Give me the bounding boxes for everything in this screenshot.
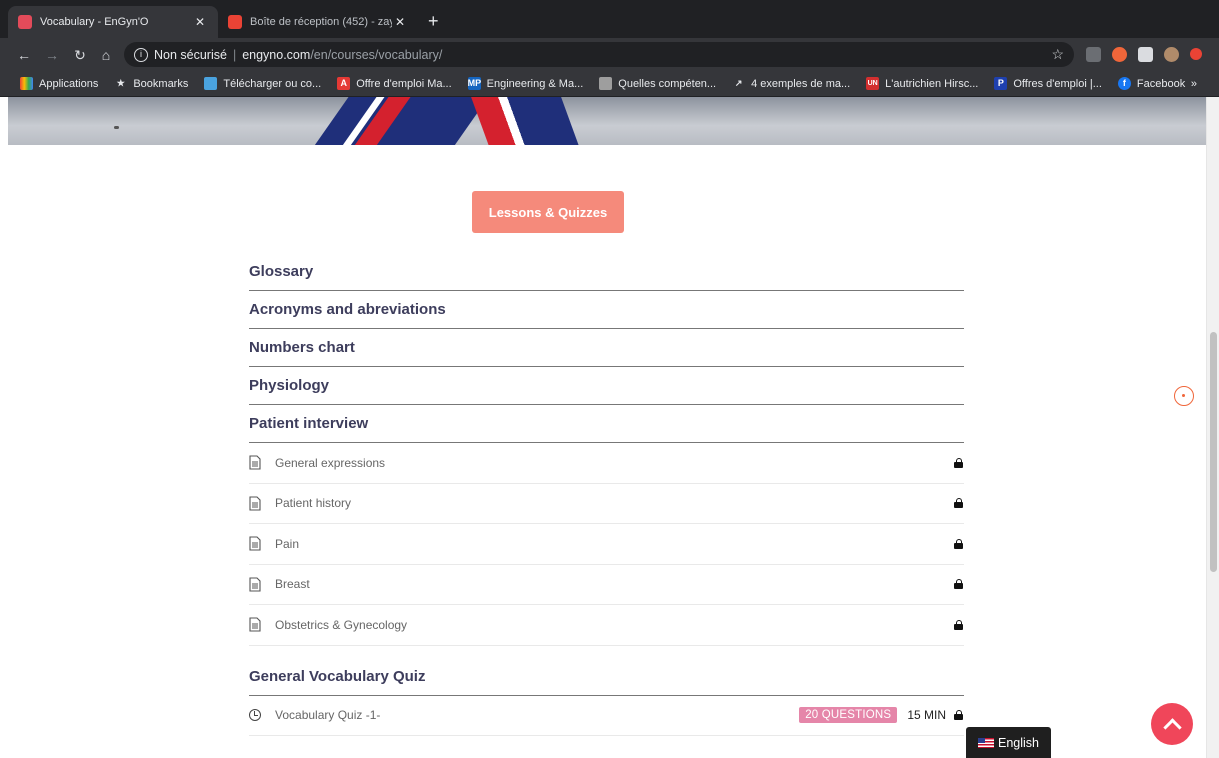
apps-grid-icon (20, 77, 33, 90)
lock-icon (954, 579, 963, 590)
section-title: Numbers chart (249, 339, 355, 356)
forward-arrow-icon[interactable]: → (42, 45, 62, 65)
document-icon (249, 617, 261, 632)
bookmark-item[interactable]: Télécharger ou co... (204, 77, 321, 90)
lesson-title: Patient history (275, 496, 352, 511)
lesson-title: Breast (275, 577, 310, 592)
hero-banner-image (8, 97, 1206, 145)
un-site-icon: UN (866, 77, 880, 90)
section-glossary[interactable]: Glossary (249, 253, 964, 291)
extension-icon[interactable] (1086, 47, 1101, 62)
bookmarks-overflow-icon[interactable]: » (1191, 78, 1197, 90)
back-arrow-icon[interactable]: ← (14, 45, 34, 65)
section-patient-interview[interactable]: Patient interview (249, 405, 964, 443)
document-icon (249, 536, 261, 551)
section-acronyms[interactable]: Acronyms and abreviations (249, 291, 964, 329)
update-menu-icon[interactable] (1190, 48, 1202, 60)
bookmark-item[interactable]: Quelles compéten... (599, 77, 716, 90)
engyno-favicon-icon (18, 15, 32, 29)
lock-icon (954, 710, 963, 721)
bookmarks-bar: Applications ★ Bookmarks Télécharger ou c… (0, 71, 1219, 97)
scrollbar-thumb[interactable] (1210, 332, 1217, 572)
bookmark-item[interactable]: f Facebook (1117, 77, 1185, 90)
address-bar[interactable]: i Non sécurisé | engyno.com /en/courses/… (124, 42, 1074, 67)
tab-title: Vocabulary - EnGyn'O (40, 16, 149, 28)
document-icon (249, 455, 261, 470)
bookmark-item[interactable]: A Offre d'emploi Ma... (337, 77, 452, 90)
section-title: General Vocabulary Quiz (249, 667, 426, 685)
url-path: /en/courses/vocabulary/ (310, 47, 443, 62)
download-site-icon (204, 77, 218, 90)
document-icon (249, 496, 261, 511)
course-curriculum: Glossary Acronyms and abreviations Numbe… (249, 253, 964, 736)
bookmark-item[interactable]: ↗ 4 exemples de ma... (732, 77, 850, 90)
duration-label: 15 MIN (907, 708, 946, 723)
lesson-title: General expressions (275, 455, 386, 470)
lesson-item[interactable]: Pain (249, 524, 964, 565)
bookmark-item[interactable]: P Offres d'emploi |... (994, 77, 1102, 90)
section-title: Glossary (249, 263, 314, 280)
browser-tab-bar: Vocabulary - EnGyn'O ✕ Boîte de réceptio… (0, 0, 1219, 38)
mp-site-icon: MP (467, 77, 482, 90)
new-tab-icon[interactable]: + (428, 12, 439, 30)
lock-icon (954, 457, 963, 468)
star-icon: ★ (116, 78, 125, 88)
bookmark-item[interactable]: MP Engineering & Ma... (467, 77, 583, 90)
bookmark-star-icon[interactable]: ☆ (1051, 46, 1064, 63)
link-icon: ↗ (734, 78, 743, 88)
questions-badge: 20 QUESTIONS (799, 707, 898, 724)
lesson-title: Pain (275, 536, 300, 551)
p-site-icon: P (994, 77, 1008, 90)
floating-target-icon[interactable] (1174, 386, 1194, 406)
scroll-to-top-button[interactable] (1151, 703, 1193, 745)
puzzle-extensions-icon[interactable] (1138, 47, 1153, 62)
lock-icon (954, 538, 963, 549)
page-scrollbar[interactable] (1206, 97, 1219, 758)
section-physiology[interactable]: Physiology (249, 367, 964, 405)
section-vocabulary-quiz[interactable]: General Vocabulary Quiz (249, 658, 964, 696)
browser-toolbar: ← → ↻ ⌂ i Non sécurisé | engyno.com /en/… (0, 38, 1219, 71)
lesson-title: Obstetrics & Gynecology (275, 617, 408, 632)
tab-close-icon[interactable]: ✕ (192, 15, 208, 29)
us-flag-icon (978, 737, 994, 748)
reload-icon[interactable]: ↻ (70, 45, 90, 65)
lock-icon (954, 498, 963, 509)
document-icon (249, 577, 261, 592)
info-icon[interactable]: i (134, 47, 148, 62)
section-title: Physiology (249, 377, 330, 394)
home-icon[interactable]: ⌂ (96, 45, 116, 65)
section-title: Patient interview (249, 415, 369, 432)
quiz-item[interactable]: Vocabulary Quiz -1- 20 QUESTIONS 15 MIN (249, 696, 964, 736)
section-title: Acronyms and abreviations (249, 301, 446, 318)
drive-icon (599, 77, 613, 90)
extension-badge-icon[interactable] (1112, 47, 1127, 62)
section-numbers-chart[interactable]: Numbers chart (249, 329, 964, 367)
clock-icon (249, 709, 261, 722)
tab-vocabulary[interactable]: Vocabulary - EnGyn'O ✕ (8, 6, 218, 38)
url-host: engyno.com (242, 47, 311, 62)
lesson-item[interactable]: Patient history (249, 484, 964, 524)
language-switcher[interactable]: English (966, 727, 1051, 758)
language-label: English (998, 735, 1039, 750)
lesson-item[interactable]: Breast (249, 565, 964, 605)
bookmark-item[interactable]: Applications (20, 77, 98, 90)
lesson-item[interactable]: General expressions (249, 443, 964, 484)
lock-icon (954, 619, 963, 630)
bookmark-item[interactable]: ★ Bookmarks (114, 77, 189, 90)
quiz-title: Vocabulary Quiz -1- (275, 708, 381, 723)
gmail-favicon-icon (228, 15, 242, 29)
tab-close-icon[interactable]: ✕ (392, 15, 408, 29)
security-label: Non sécurisé (154, 47, 227, 62)
tab-gmail[interactable]: Boîte de réception (452) - zay ✕ (218, 6, 418, 38)
facebook-icon: f (1117, 77, 1131, 90)
lesson-item[interactable]: Obstetrics & Gynecology (249, 605, 964, 646)
job-site-icon: A (337, 77, 351, 90)
lessons-quizzes-button[interactable]: Lessons & Quizzes (472, 191, 624, 233)
profile-avatar-icon[interactable] (1164, 47, 1179, 62)
address-separator: | (232, 47, 237, 62)
tab-title: Boîte de réception (452) - zay (250, 16, 392, 28)
bookmark-item[interactable]: UN L'autrichien Hirsc... (866, 77, 978, 90)
